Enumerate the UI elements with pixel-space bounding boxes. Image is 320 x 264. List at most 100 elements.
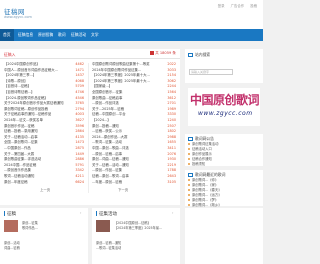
list-row-title[interactable]: 【2024中国原创作品】 <box>4 62 40 66</box>
list-row-title[interactable]: 2024年...征文...获奖名单 <box>4 118 43 122</box>
list-row-title[interactable]: 关于...征稿...活动...通知 <box>92 163 129 167</box>
list-row-title[interactable]: 关于...2025年...征稿 <box>92 107 124 111</box>
list-row-title[interactable]: 2024...原创作品...大赛 <box>92 135 127 139</box>
list-row-title[interactable]: ...年度...原创...征稿 <box>92 180 122 184</box>
prev-page-link[interactable]: 上一页 <box>40 187 50 192</box>
bottom-mid-item[interactable]: 【2024年第三季度】2025年最... <box>114 225 162 230</box>
list-row[interactable]: 征稿...原创...歌词...启事 2643 <box>92 174 176 179</box>
list-row-title[interactable]: 原创...词曲...征稿...通知 <box>92 157 129 161</box>
nav-literature[interactable]: 文学 <box>91 32 99 38</box>
list-row-title[interactable]: 歌词...征稿活动通知 <box>4 174 34 178</box>
ad-banner[interactable]: 中国原创歌词 www.zgycc.com <box>188 88 260 126</box>
bottom-left-item[interactable]: 歌词作品... <box>22 225 38 230</box>
chevron-right-icon[interactable]: › <box>172 211 173 215</box>
list-row[interactable]: ...原创...作品评选 2701 <box>92 101 176 106</box>
list-row[interactable]: 原创...年度征稿 6624 <box>4 180 84 185</box>
list-row-title[interactable]: 原创歌词征稿...原创作品投稿 <box>4 107 48 111</box>
list-row-title[interactable]: 中国原创歌词原创歌曲征集第十...等奖 <box>92 62 149 66</box>
sidebar-list-item[interactable]: 投稿须知 <box>188 162 218 167</box>
list-row[interactable]: 关于...征稿...活动...通知 2219 <box>92 163 176 168</box>
list-row-title[interactable]: 原创歌曲...征稿启事 <box>92 96 122 100</box>
thumb-image[interactable] <box>96 220 110 232</box>
list-row[interactable]: 2024年...征文...获奖名单 3627 <box>4 118 84 123</box>
list-row[interactable]: 原创歌曲...征稿启事 3612 <box>92 96 176 101</box>
list-row[interactable]: 中国人...原创音乐词曲作品征稿大... 1471 <box>4 68 84 73</box>
list-row-title[interactable]: 【2024-原创歌词作品征稿】 <box>4 96 48 100</box>
bottom-mid-item[interactable]: ...歌词...征集活动 <box>96 245 121 250</box>
list-row-title[interactable]: 关于...第四届...大赛 <box>4 152 34 156</box>
list-row[interactable]: 关于征稿启事的通知...征稿作品 4003 <box>4 112 84 117</box>
list-row[interactable]: 【百首诗歌征稿...】 4746 <box>4 90 84 95</box>
search-input[interactable]: 请输入关键字 <box>189 69 233 75</box>
nav-events[interactable]: 征稿活动 <box>71 32 86 38</box>
list-row[interactable]: 征稿...中国原创...平台 3330 <box>92 112 176 117</box>
list-row-title[interactable]: 原创歌曲征集...评选活动 <box>4 157 41 161</box>
list-row[interactable]: 关于...2025年...征稿 1989 <box>92 107 176 112</box>
list-row-title[interactable]: 关于...征稿活动...启事 <box>4 135 38 139</box>
list-row-title[interactable]: 2024中国...作品征稿 <box>4 163 36 167</box>
next-page-link[interactable]: 下一页 <box>118 187 128 192</box>
thumb-image[interactable] <box>4 220 18 232</box>
list-row[interactable]: 全国原创音乐...征集 1564 <box>92 90 176 95</box>
list-row-title[interactable]: 全国原创音乐...征集 <box>92 90 122 94</box>
list-row-title[interactable]: 征稿...原创...歌词...启事 <box>92 174 129 178</box>
top-link-submit[interactable]: 投稿 <box>250 4 257 8</box>
list-row[interactable]: ...中国原创...作品 2875 <box>4 146 84 151</box>
list-row[interactable]: ...年度...原创...征稿 3105 <box>92 180 176 185</box>
list-row[interactable]: 原创...投稿...通知 2507 <box>92 124 176 129</box>
nav-lyrics[interactable]: 歌词 <box>58 32 66 38</box>
list-row[interactable]: 【2024年第三季度】2025年最十大... 3062 <box>92 79 176 84</box>
list-row[interactable]: 【百首诗...征稿】 5709 <box>4 84 84 89</box>
list-row-title[interactable]: ...中国原创...作品 <box>4 146 31 150</box>
list-row-title[interactable]: ...原创...征稿...启事 <box>92 152 122 156</box>
list-row-title[interactable]: ...原创...作品评选 <box>92 101 119 105</box>
list-row[interactable]: 【2024年第三季度】2025年最十大... 2154 <box>92 73 176 78</box>
list-row-title[interactable]: ...原创...作品...征集 <box>92 168 122 172</box>
list-row[interactable]: 【国家级...】 2244 <box>92 84 176 89</box>
list-row[interactable]: 【2024中国原创作品】 4462 <box>4 62 84 67</box>
list-row[interactable]: 【2024...】 1240 <box>92 118 176 123</box>
list-row[interactable]: 2024...原创作品...大赛 2988 <box>92 135 176 140</box>
list-row-title[interactable]: 【诗歌...原创】 <box>4 79 28 83</box>
list-row-title[interactable]: 【百首诗歌征稿...】 <box>4 90 34 94</box>
list-row[interactable]: 原创歌曲征集...评选活动 2886 <box>4 157 84 162</box>
list-row-title[interactable]: 原创...年度征稿 <box>4 180 28 184</box>
list-row[interactable]: 全国...原创歌词...征集 1473 <box>4 140 84 145</box>
list-row[interactable]: 原创歌词征稿...原创作品投稿 2794 <box>4 107 84 112</box>
nav-home[interactable]: 首页 <box>0 29 14 41</box>
list-row[interactable]: ...征稿...获奖...公示 1802 <box>92 129 176 134</box>
list-row[interactable]: 原创音乐作品...征稿 3596 <box>4 124 84 129</box>
list-row[interactable]: 中国...原创...歌曲...评选 3411 <box>92 146 176 151</box>
list-row-title[interactable]: ...原创音乐作品集 <box>4 168 31 172</box>
list-row[interactable]: ...歌词...征集...活动 1655 <box>92 140 176 145</box>
list-row-title[interactable]: 【2024年第三季度】2025年最十大... <box>92 79 150 83</box>
list-row[interactable]: ...原创音乐作品集 3342 <box>4 168 84 173</box>
list-row[interactable]: ...原创...征稿...启事 2076 <box>92 152 176 157</box>
list-row-title[interactable]: 中国人...原创音乐词曲作品征稿大... <box>4 68 58 72</box>
list-row-title[interactable]: 关于征稿启事的通知...征稿作品 <box>4 112 51 116</box>
list-row-title[interactable]: 征稿...中国原创...平台 <box>92 112 126 116</box>
list-row[interactable]: 关于...第四届...大赛 1449 <box>4 152 84 157</box>
list-row-title[interactable]: 【2024...】 <box>92 118 111 122</box>
nav-original[interactable]: 原创投稿 <box>38 32 53 38</box>
list-row-title[interactable]: 全国...原创歌词...征集 <box>4 140 38 144</box>
list-row[interactable]: 关于2024年原创音乐作品大赛征稿通知 3765 <box>4 101 84 106</box>
list-row-title[interactable]: ...征稿...获奖...公示 <box>92 129 122 133</box>
list-row[interactable]: 原创...词曲...征稿...通知 1930 <box>92 157 176 162</box>
list-row-title[interactable]: 征稿...投稿...录用通知 <box>4 129 38 133</box>
list-row-title[interactable]: 【百首诗...征稿】 <box>4 84 31 88</box>
list-row-title[interactable]: ...歌词...征集...活动 <box>92 140 122 144</box>
chevron-right-icon[interactable]: › <box>80 211 81 215</box>
nav-calls[interactable]: 征稿信息 <box>18 32 33 38</box>
list-row-title[interactable]: 中国...原创...歌曲...评选 <box>92 146 129 150</box>
bottom-left-item[interactable]: 词曲...征稿 <box>4 245 20 250</box>
top-link-ads[interactable]: 广告合作 <box>231 4 245 8</box>
list-row-title[interactable]: 【2024年第三季...】 <box>4 73 36 77</box>
list-row[interactable]: 中国原创歌词原创歌曲征集第十...等奖 2022 <box>92 62 176 67</box>
list-row[interactable]: 歌词...征稿活动通知 4211 <box>4 174 84 179</box>
list-row[interactable]: 2024中国...作品征稿 5791 <box>4 163 84 168</box>
list-row-title[interactable]: 关于2024年原创音乐作品大赛征稿通知 <box>4 101 64 105</box>
list-row[interactable]: 征稿...投稿...录用通知 2864 <box>4 129 84 134</box>
list-row-title[interactable]: 2024年中国原创歌词作品征集... <box>92 68 141 72</box>
list-row[interactable]: 【2024年第三季...】 1437 <box>4 73 84 78</box>
